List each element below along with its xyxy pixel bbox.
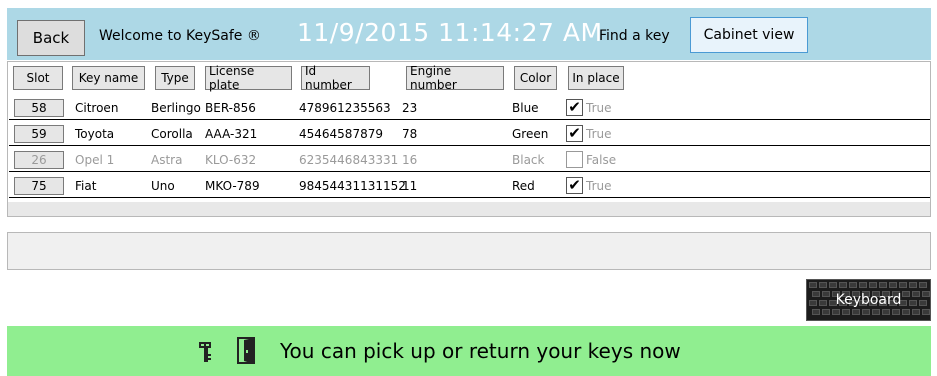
checkmark-icon: ✔ bbox=[568, 124, 581, 142]
keyboard-key-decor bbox=[849, 282, 857, 288]
key-name-cell: Opel 1 bbox=[75, 153, 115, 167]
slot-button[interactable]: 75 bbox=[14, 177, 64, 195]
keyboard-key-decor bbox=[899, 282, 907, 288]
column-header-slot[interactable]: Slot bbox=[13, 66, 63, 90]
engine-number-cell: 23 bbox=[402, 101, 418, 115]
keyboard-label: Keyboard bbox=[835, 292, 902, 308]
id-number-cell: 98454431131152 bbox=[299, 179, 406, 193]
keyboard-key-decor bbox=[829, 282, 837, 288]
keyboard-key-decor bbox=[809, 282, 817, 288]
keys-table: Slot Key name Type License plate Id numb… bbox=[7, 61, 931, 217]
type-cell: Berlingo bbox=[151, 101, 201, 115]
grid-scroll-area bbox=[8, 202, 930, 216]
keyboard-key-decor bbox=[842, 309, 850, 315]
in-place-label: True bbox=[586, 101, 612, 115]
keyboard-key-decor bbox=[912, 309, 920, 315]
keyboard-key-decor bbox=[922, 309, 930, 315]
column-header-in-place[interactable]: In place bbox=[568, 66, 624, 90]
id-number-cell: 45464587879 bbox=[299, 127, 383, 141]
column-header-id-number[interactable]: Id number bbox=[301, 64, 370, 92]
back-button[interactable]: Back bbox=[17, 20, 85, 56]
key-icon bbox=[197, 340, 215, 368]
slot-button[interactable]: 59 bbox=[14, 125, 64, 143]
key-name-cell: Fiat bbox=[75, 179, 97, 193]
in-place-label: True bbox=[586, 127, 612, 141]
table-row[interactable]: 75 Fiat Uno MKO-789 98454431131152 11 Re… bbox=[9, 176, 930, 198]
color-cell: Green bbox=[512, 127, 549, 141]
table-row[interactable]: 58 Citroen Berlingo BER-856 478961235563… bbox=[9, 98, 930, 120]
type-cell: Astra bbox=[151, 153, 183, 167]
column-header-engine-number[interactable]: Engine number bbox=[406, 64, 504, 92]
keyboard-key-decor bbox=[859, 282, 867, 288]
slot-button[interactable]: 26 bbox=[14, 151, 64, 169]
keyboard-key-decor bbox=[879, 282, 887, 288]
column-header-color[interactable]: Color bbox=[514, 66, 557, 90]
keyboard-key-decor bbox=[909, 282, 917, 288]
detail-panel bbox=[7, 232, 931, 270]
status-message: You can pick up or return your keys now bbox=[280, 339, 681, 363]
find-key-link[interactable]: Find a key bbox=[599, 28, 670, 44]
cabinet-view-button[interactable]: Cabinet view bbox=[690, 17, 808, 53]
id-number-cell: 478961235563 bbox=[299, 101, 391, 115]
status-bar: You can pick up or return your keys now bbox=[7, 326, 931, 376]
engine-number-cell: 78 bbox=[402, 127, 418, 141]
license-plate-cell: MKO-789 bbox=[205, 179, 260, 193]
in-place-checkbox[interactable]: ✔ bbox=[566, 99, 583, 116]
keyboard-key-decor bbox=[872, 309, 880, 315]
keyboard-key-decor bbox=[862, 309, 870, 315]
keyboard-key-decor bbox=[902, 309, 910, 315]
keyboard-key-decor bbox=[892, 309, 900, 315]
in-place-label: False bbox=[586, 153, 617, 167]
keyboard-key-decor bbox=[919, 282, 927, 288]
color-cell: Red bbox=[512, 179, 535, 193]
welcome-text: Welcome to KeySafe ® bbox=[99, 28, 261, 44]
key-name-cell: Citroen bbox=[75, 101, 119, 115]
keyboard-key-decor bbox=[852, 309, 860, 315]
keyboard-key-decor bbox=[869, 282, 877, 288]
key-name-cell: Toyota bbox=[75, 127, 115, 141]
color-cell: Blue bbox=[512, 101, 539, 115]
color-cell: Black bbox=[512, 153, 545, 167]
license-plate-cell: KLO-632 bbox=[205, 153, 257, 167]
column-header-license-plate[interactable]: License plate bbox=[205, 64, 292, 92]
type-cell: Corolla bbox=[151, 127, 193, 141]
table-row[interactable]: 59 Toyota Corolla AAA-321 45464587879 78… bbox=[9, 124, 930, 146]
keyboard-key-decor bbox=[819, 282, 827, 288]
keyboard-key-decor bbox=[812, 309, 820, 315]
license-plate-cell: BER-856 bbox=[205, 101, 256, 115]
keyboard-key-decor bbox=[839, 282, 847, 288]
keyboard-button[interactable]: Keyboard bbox=[806, 279, 931, 321]
column-header-type[interactable]: Type bbox=[155, 66, 195, 90]
current-datetime: 11/9/2015 11:14:27 AM bbox=[297, 18, 603, 47]
column-header-key-name[interactable]: Key name bbox=[72, 66, 145, 90]
in-place-checkbox[interactable]: ✔ bbox=[566, 177, 583, 194]
slot-button[interactable]: 58 bbox=[14, 99, 64, 117]
keyboard-key-decor bbox=[822, 309, 830, 315]
engine-number-cell: 11 bbox=[402, 179, 418, 193]
keyboard-key-decor bbox=[832, 309, 840, 315]
in-place-label: True bbox=[586, 179, 612, 193]
checkmark-icon: ✔ bbox=[568, 176, 581, 194]
in-place-checkbox[interactable]: ✔ bbox=[566, 125, 583, 142]
engine-number-cell: 16 bbox=[402, 153, 418, 167]
door-icon bbox=[237, 337, 257, 369]
keyboard-key-decor bbox=[889, 282, 897, 288]
header-bar: Back Welcome to KeySafe ® 11/9/2015 11:1… bbox=[7, 8, 931, 60]
checkmark-icon: ✔ bbox=[568, 98, 581, 116]
in-place-checkbox[interactable] bbox=[566, 151, 583, 168]
table-row[interactable]: 26 Opel 1 Astra KLO-632 6235446843331 16… bbox=[9, 150, 930, 172]
id-number-cell: 6235446843331 bbox=[299, 153, 399, 167]
type-cell: Uno bbox=[151, 179, 175, 193]
license-plate-cell: AAA-321 bbox=[205, 127, 258, 141]
keyboard-key-decor bbox=[882, 309, 890, 315]
